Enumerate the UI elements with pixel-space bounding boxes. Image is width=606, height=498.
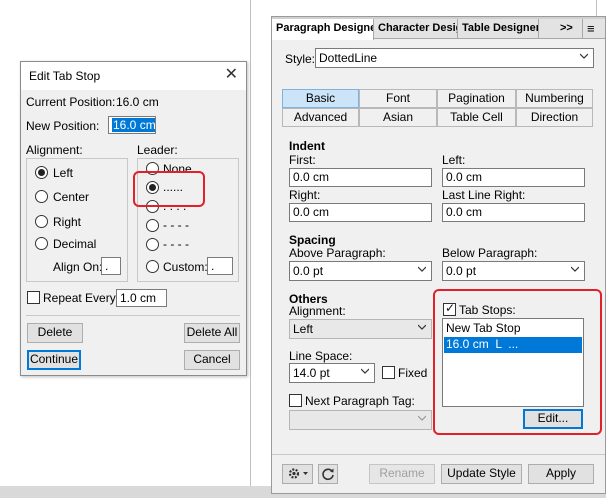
- line-space-value: 14.0 pt: [293, 366, 330, 380]
- radio-align-right[interactable]: [35, 215, 48, 228]
- subtab-basic[interactable]: Basic: [282, 89, 359, 108]
- gear-menu-button[interactable]: [282, 464, 313, 484]
- chevron-down-icon: [418, 324, 426, 330]
- footer-separator: [272, 454, 605, 455]
- above-paragraph-select[interactable]: 0.0 pt: [289, 261, 432, 281]
- tab-table-designer[interactable]: Table Designer: [458, 19, 539, 39]
- radio-leader-dashes[interactable]: [146, 219, 159, 232]
- fixed-checkbox[interactable]: [382, 366, 395, 379]
- spacing-title: Spacing: [289, 233, 336, 247]
- next-paragraph-tag-label: Next Paragraph Tag:: [305, 394, 415, 408]
- new-position-label: New Position:: [26, 119, 100, 133]
- subtab-pagination[interactable]: Pagination: [437, 89, 516, 108]
- subtab-numbering[interactable]: Numbering: [516, 89, 593, 108]
- panel-tab-bar: Paragraph Designer Character Desig Table…: [272, 19, 605, 40]
- radio-leader-spaced-dashes[interactable]: [146, 238, 159, 251]
- gear-icon: [288, 468, 308, 479]
- line-space-label: Line Space:: [289, 349, 353, 363]
- apply-button[interactable]: Apply: [528, 464, 594, 484]
- subtab-font[interactable]: Font: [359, 89, 437, 108]
- alignment-label: Alignment:: [26, 143, 83, 157]
- left-indent-label: Left:: [442, 153, 466, 167]
- others-alignment-value: Left: [293, 322, 314, 336]
- rename-button[interactable]: Rename: [369, 464, 435, 484]
- overflow-tabs-icon[interactable]: >>: [556, 19, 576, 39]
- radio-align-left[interactable]: [35, 166, 48, 179]
- dialog-separator: [26, 315, 240, 316]
- new-position-input[interactable]: 16.0 cm: [108, 116, 156, 134]
- continue-button[interactable]: Continue: [27, 350, 81, 370]
- new-position-selected-text: 16.0 cm: [112, 118, 156, 132]
- above-paragraph-label: Above Paragraph:: [289, 246, 386, 260]
- next-paragraph-tag-checkbox[interactable]: [289, 394, 302, 407]
- close-icon[interactable]: ✕: [225, 66, 238, 84]
- update-style-button[interactable]: Update Style: [441, 464, 522, 484]
- delete-all-button[interactable]: Delete All: [184, 323, 240, 343]
- repeat-every-label: Repeat Every:: [43, 291, 120, 305]
- edit-tab-stop-dialog: Edit Tab Stop ✕ Current Position: 16.0 c…: [20, 61, 247, 376]
- current-position-value: 16.0 cm: [116, 95, 159, 109]
- right-indent-input[interactable]: 0.0 cm: [289, 203, 432, 222]
- subtab-table-cell[interactable]: Table Cell: [437, 108, 516, 127]
- chevron-down-icon: [571, 266, 579, 272]
- last-line-right-label: Last Line Right:: [442, 188, 526, 202]
- dialog-title: Edit Tab Stop: [29, 69, 101, 83]
- align-on-label: Align On:: [53, 260, 103, 274]
- dialog-title-bar[interactable]: Edit Tab Stop ✕: [21, 62, 246, 90]
- radio-align-center[interactable]: [35, 190, 48, 203]
- chevron-down-icon: [361, 368, 369, 374]
- repeat-every-checkbox[interactable]: [27, 291, 40, 304]
- custom-leader-input[interactable]: .: [207, 257, 233, 275]
- indent-title: Indent: [289, 139, 325, 153]
- align-decimal-label: Decimal: [53, 237, 97, 251]
- below-paragraph-value: 0.0 pt: [446, 264, 477, 278]
- others-alignment-label: Alignment:: [289, 304, 346, 318]
- repeat-every-input[interactable]: 1.0 cm: [116, 289, 167, 307]
- below-paragraph-label: Below Paragraph:: [442, 246, 538, 260]
- refresh-button[interactable]: [318, 464, 338, 484]
- style-select[interactable]: DottedLine: [315, 48, 594, 68]
- leader-spaced-dashes-label: - - - -: [163, 237, 189, 251]
- last-line-right-input[interactable]: 0.0 cm: [442, 203, 585, 222]
- align-on-input[interactable]: .: [101, 257, 121, 275]
- chevron-down-icon: [418, 415, 426, 421]
- paragraph-designer-panel: Paragraph Designer Character Desig Table…: [271, 16, 606, 494]
- right-indent-label: Right:: [289, 188, 321, 202]
- align-center-label: Center: [53, 190, 90, 204]
- tab-paragraph-designer[interactable]: Paragraph Designer: [272, 19, 374, 40]
- delete-button[interactable]: Delete: [27, 323, 83, 343]
- first-indent-input[interactable]: 0.0 cm: [289, 168, 432, 187]
- subtab-direction[interactable]: Direction: [516, 108, 593, 127]
- style-value: DottedLine: [319, 51, 378, 65]
- chevron-down-icon: [418, 266, 426, 272]
- current-position-label: Current Position:: [26, 95, 116, 109]
- highlight-leader-annotation: [133, 171, 205, 207]
- leader-label: Leader:: [137, 143, 178, 157]
- others-alignment-select[interactable]: Left: [289, 319, 432, 339]
- tab-character-designer[interactable]: Character Desig: [374, 19, 458, 39]
- above-paragraph-value: 0.0 pt: [293, 264, 324, 278]
- chevron-down-icon: [580, 53, 588, 59]
- radio-leader-custom[interactable]: [146, 260, 159, 273]
- panel-menu-icon[interactable]: ≡: [582, 19, 600, 39]
- leader-dashes-label: - - - -: [163, 218, 189, 232]
- cancel-button[interactable]: Cancel: [184, 350, 240, 370]
- align-left-label: Left: [53, 166, 74, 180]
- left-indent-input[interactable]: 0.0 cm: [442, 168, 585, 187]
- align-right-label: Right: [53, 215, 82, 229]
- refresh-icon: [322, 468, 334, 481]
- below-paragraph-select[interactable]: 0.0 pt: [442, 261, 585, 281]
- subtab-advanced[interactable]: Advanced: [282, 108, 359, 127]
- radio-align-decimal[interactable]: [35, 237, 48, 250]
- subtab-asian[interactable]: Asian: [359, 108, 437, 127]
- fixed-label: Fixed: [398, 366, 428, 380]
- background-divider: [250, 0, 251, 498]
- leader-custom-label: Custom:: [163, 260, 208, 274]
- line-space-select[interactable]: 14.0 pt: [289, 363, 375, 383]
- style-label: Style:: [285, 52, 316, 66]
- first-indent-label: First:: [289, 153, 316, 167]
- highlight-tab-stops-annotation: [433, 289, 602, 435]
- next-paragraph-tag-select[interactable]: [289, 410, 432, 430]
